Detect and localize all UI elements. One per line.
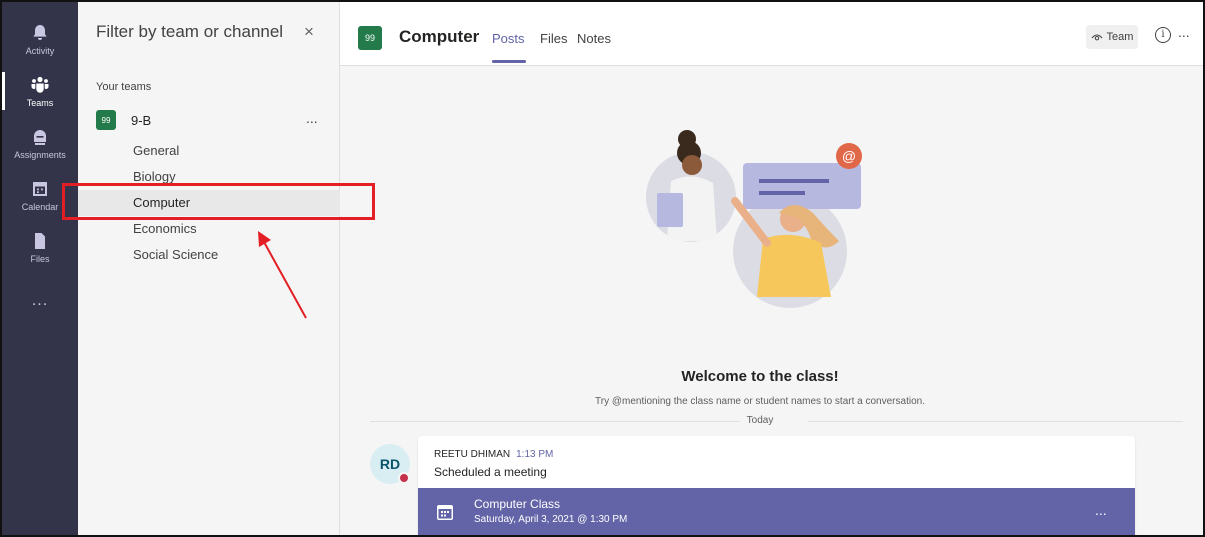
rail-label: Calendar <box>21 201 59 212</box>
channel-title: Computer <box>399 27 480 46</box>
rail-item-teams[interactable]: Teams <box>2 66 78 116</box>
tab-notes[interactable]: Notes <box>577 31 611 46</box>
rail-label: Assignments <box>14 149 66 160</box>
header-more-icon[interactable]: ... <box>1178 24 1190 40</box>
meeting-title: Computer Class <box>474 497 561 511</box>
channel-header: 99 Computer Posts Files Notes Team i ... <box>340 2 1203 66</box>
post-author: REETU DHIMAN <box>434 449 511 460</box>
team-item-9b[interactable]: 99 9-B ... <box>78 106 340 136</box>
teams-panel: Filter by team or channel × Your teams 9… <box>78 2 340 535</box>
rail-item-activity[interactable]: Activity <box>2 14 78 64</box>
channel-social-science[interactable]: Social Science <box>78 242 340 268</box>
rail-label: Activity <box>25 45 55 56</box>
team-more-icon[interactable]: ... <box>306 110 318 126</box>
annotation-highlight-box <box>62 183 375 220</box>
post-author-line: REETU DHIMAN 1:13 PM <box>434 449 553 460</box>
active-tab-indicator <box>492 60 526 63</box>
teams-icon <box>31 76 49 93</box>
post-time: 1:13 PM <box>516 449 554 460</box>
file-icon <box>35 232 45 249</box>
presence-badge <box>398 472 410 484</box>
rail-label: Files <box>30 253 50 264</box>
welcome-title: Welcome to the class! <box>681 368 839 385</box>
rail-item-assignments[interactable]: Assignments <box>2 118 78 168</box>
rail-item-files[interactable]: Files <box>2 222 78 272</box>
calendar-icon <box>437 505 453 520</box>
team-avatar: 99 <box>96 110 116 130</box>
svg-text:@: @ <box>842 148 856 164</box>
post-card: REETU DHIMAN 1:13 PM Scheduled a meeting … <box>418 436 1135 535</box>
tab-files[interactable]: Files <box>540 31 567 46</box>
meeting-more-icon[interactable]: ... <box>1095 502 1107 518</box>
team-name: 9-B <box>131 113 152 128</box>
rail-more-button[interactable]: ... <box>2 286 78 316</box>
welcome-illustration: @ <box>646 130 862 308</box>
eye-icon <box>1091 34 1102 41</box>
filter-title[interactable]: Filter by team or channel <box>96 22 283 42</box>
app-window: Activity Teams Assignments Calendar File… <box>0 0 1205 537</box>
meeting-card[interactable]: Computer Class Saturday, April 3, 2021 @… <box>418 488 1135 535</box>
close-filter-icon[interactable]: × <box>304 22 314 42</box>
team-button-label: Team <box>1106 31 1134 43</box>
info-icon[interactable]: i <box>1155 27 1171 43</box>
bell-icon <box>33 24 47 40</box>
rail-label: Teams <box>26 97 54 108</box>
calendar-icon <box>33 181 47 196</box>
post-message: Scheduled a meeting <box>434 465 547 479</box>
welcome-subtext: Try @mentioning the class name or studen… <box>595 396 925 407</box>
assignments-icon <box>34 129 46 145</box>
app-rail: Activity Teams Assignments Calendar File… <box>2 2 78 535</box>
meeting-date: Saturday, April 3, 2021 @ 1:30 PM <box>474 514 628 525</box>
tab-posts[interactable]: Posts <box>492 31 525 46</box>
team-view-button[interactable]: Team <box>1086 25 1138 49</box>
channel-team-avatar: 99 <box>358 26 382 50</box>
your-teams-label: Your teams <box>96 81 152 93</box>
channel-general[interactable]: General <box>78 138 340 164</box>
posts-area: @ Welcome to the class! Try @mentioning … <box>340 66 1203 535</box>
date-divider-label: Today <box>746 415 774 426</box>
